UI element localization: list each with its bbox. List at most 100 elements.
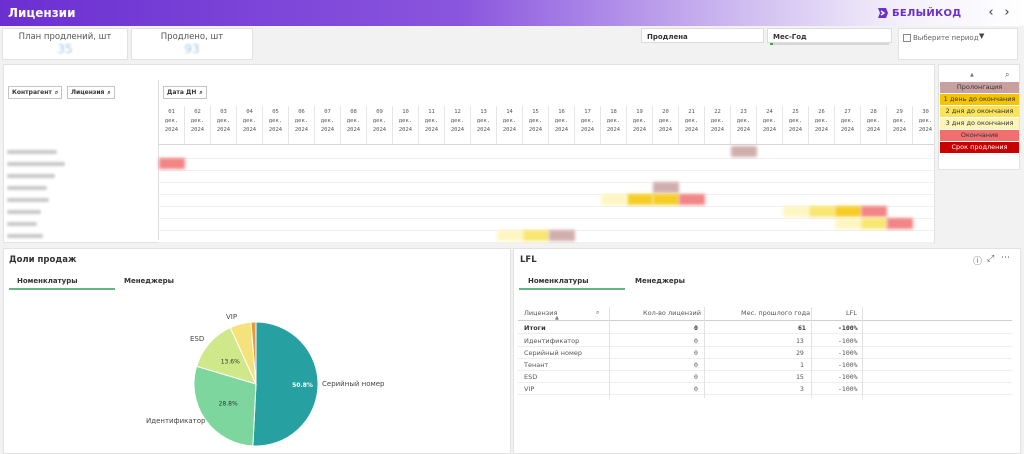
info-icon[interactable]: ⓘ xyxy=(973,254,982,267)
grid-cell-status[interactable] xyxy=(835,218,861,229)
column-header[interactable]: Лицензия xyxy=(524,309,557,317)
grid-cell-status[interactable] xyxy=(679,194,705,205)
column-header[interactable]: Мес. прошлого года xyxy=(741,309,810,317)
tab-managers[interactable]: Менеджеры xyxy=(124,277,174,285)
kpi-label: План продлений, шт xyxy=(18,32,112,42)
legend-item[interactable]: Окончание xyxy=(940,130,1019,141)
grid-cell-status[interactable] xyxy=(653,194,679,205)
grid-cell-status[interactable] xyxy=(523,230,549,241)
legend-item[interactable]: 1 день до окончания xyxy=(940,94,1019,105)
day-column-header[interactable]: 23 дек. 2024 xyxy=(731,106,757,144)
day-column-header[interactable]: 11 дек. 2024 xyxy=(419,106,445,144)
day-column-header[interactable]: 09 дек. 2024 xyxy=(367,106,393,144)
grid-cell-status[interactable] xyxy=(835,206,861,217)
day-column-header[interactable]: 08 дек. 2024 xyxy=(341,106,367,144)
day-year: 2024 xyxy=(840,127,855,133)
day-column-header[interactable]: 29 дек. 2024 xyxy=(887,106,913,144)
column-header[interactable]: Кол-во лицензий xyxy=(643,309,701,317)
day-column-header[interactable]: 10 дек. 2024 xyxy=(393,106,419,144)
column-header[interactable]: LFL xyxy=(846,309,857,317)
day-column-header[interactable]: 20 дек. 2024 xyxy=(653,106,679,144)
grid-cell-status[interactable] xyxy=(497,230,523,241)
grid-cell-status[interactable] xyxy=(861,206,887,217)
prev-sheet-button[interactable]: ‹ xyxy=(983,5,999,21)
day-column-header[interactable]: 25 дек. 2024 xyxy=(783,106,809,144)
sort-icon[interactable]: ▲ xyxy=(970,72,974,78)
day-column-header[interactable]: 18 дек. 2024 xyxy=(601,106,627,144)
day-column-header[interactable]: 04 дек. 2024 xyxy=(237,106,263,144)
search-icon[interactable]: ⌕ xyxy=(1005,70,1009,80)
day-column-header[interactable]: 03 дек. 2024 xyxy=(211,106,237,144)
day-column-header[interactable]: 01 дек. 2024 xyxy=(159,106,185,144)
grid-cell-status[interactable] xyxy=(861,218,887,229)
grid-cell-status[interactable] xyxy=(887,218,913,229)
table-row[interactable]: ESD 0 15 -100% xyxy=(518,371,1012,383)
table-row[interactable]: Серийный номер 0 29 -100% xyxy=(518,347,1012,359)
grid-cell-status[interactable] xyxy=(601,194,627,205)
sort-icon[interactable]: ▲ xyxy=(555,315,559,321)
grid-cell-status[interactable] xyxy=(783,206,809,217)
pie-category-label: VIP xyxy=(226,313,237,321)
table-row[interactable]: VIP 0 3 -100% xyxy=(518,383,1012,395)
pie-value-label: 28.8% xyxy=(219,401,238,408)
tab-managers[interactable]: Менеджеры xyxy=(635,277,685,285)
legend-item[interactable]: Пролонгация xyxy=(940,82,1019,93)
grid-row-line xyxy=(158,218,934,219)
more-menu-icon[interactable]: ⋯ xyxy=(1001,253,1010,263)
tab-nomenclature[interactable]: Номенклатуры xyxy=(17,277,78,285)
table-row[interactable]: Тенант 0 1 -100% xyxy=(518,359,1012,371)
period-selector[interactable]: Выберите период ▼ xyxy=(898,28,1018,60)
day-column-header[interactable]: 22 дек. 2024 xyxy=(705,106,731,144)
day-column-header[interactable]: 12 дек. 2024 xyxy=(445,106,471,144)
expand-icon[interactable]: ⤢ xyxy=(987,254,994,264)
grid-cell-status[interactable] xyxy=(809,206,835,217)
counterparty-header-button[interactable]: Контрагент ⌕ xyxy=(8,86,63,99)
day-month: дек. xyxy=(164,118,179,124)
day-month: дек. xyxy=(346,118,361,124)
day-column-header[interactable]: 14 дек. 2024 xyxy=(497,106,523,144)
day-month: дек. xyxy=(632,118,647,124)
day-number: 24 xyxy=(766,109,773,115)
day-column-header[interactable]: 21 дек. 2024 xyxy=(679,106,705,144)
cell-qty: 0 xyxy=(694,385,698,393)
column-divider xyxy=(811,307,812,398)
day-column-header[interactable]: 17 дек. 2024 xyxy=(575,106,601,144)
day-column-header[interactable]: 02 дек. 2024 xyxy=(185,106,211,144)
day-column-header[interactable]: 24 дек. 2024 xyxy=(757,106,783,144)
filter-renewed[interactable]: Продлена xyxy=(641,28,764,43)
grid-cell-status[interactable] xyxy=(159,158,185,169)
legend-item[interactable]: Срок продления xyxy=(940,142,1019,153)
grid-cell-status[interactable] xyxy=(549,230,575,241)
day-column-header[interactable]: 26 дек. 2024 xyxy=(809,106,835,144)
grid-cell-status[interactable] xyxy=(653,182,679,193)
search-icon[interactable]: ⌕ xyxy=(596,309,599,317)
day-column-header[interactable]: 06 дек. 2024 xyxy=(289,106,315,144)
day-number: 08 xyxy=(350,109,357,115)
legend-item[interactable]: 3 дня до окончания xyxy=(940,118,1019,129)
cell-qty: 0 xyxy=(694,324,698,332)
grid-cell-status[interactable] xyxy=(627,194,653,205)
day-column-header[interactable]: 30 дек. 2024 xyxy=(913,106,939,144)
day-column-header[interactable]: 13 дек. 2024 xyxy=(471,106,497,144)
day-column-header[interactable]: 15 дек. 2024 xyxy=(523,106,549,144)
day-number: 03 xyxy=(220,109,227,115)
grid-cell-status[interactable] xyxy=(731,146,757,157)
day-column-header[interactable]: 27 дек. 2024 xyxy=(835,106,861,144)
license-header-button[interactable]: Лицензия ⌕ xyxy=(67,86,115,99)
pie-value-label: 13.6% xyxy=(221,359,240,366)
day-column-header[interactable]: 16 дек. 2024 xyxy=(549,106,575,144)
tab-nomenclature[interactable]: Номенклатуры xyxy=(528,277,589,285)
cell-qty: 0 xyxy=(694,349,698,357)
table-row[interactable]: Идентификатор 0 13 -100% xyxy=(518,335,1012,347)
day-column-header[interactable]: 28 дек. 2024 xyxy=(861,106,887,144)
day-month: дек. xyxy=(840,118,855,124)
next-sheet-button[interactable]: › xyxy=(999,5,1015,21)
day-year: 2024 xyxy=(372,127,387,133)
legend-item[interactable]: 2 дня до окончания xyxy=(940,106,1019,117)
filter-month-year[interactable]: Мес-Год xyxy=(767,28,892,45)
day-column-header[interactable]: 07 дек. 2024 xyxy=(315,106,341,144)
day-column-header[interactable]: 05 дек. 2024 xyxy=(263,106,289,144)
page-title: Лицензии xyxy=(8,6,76,20)
day-column-header[interactable]: 19 дек. 2024 xyxy=(627,106,653,144)
date-header-button[interactable]: Дата ДН ⌕ xyxy=(163,86,207,99)
